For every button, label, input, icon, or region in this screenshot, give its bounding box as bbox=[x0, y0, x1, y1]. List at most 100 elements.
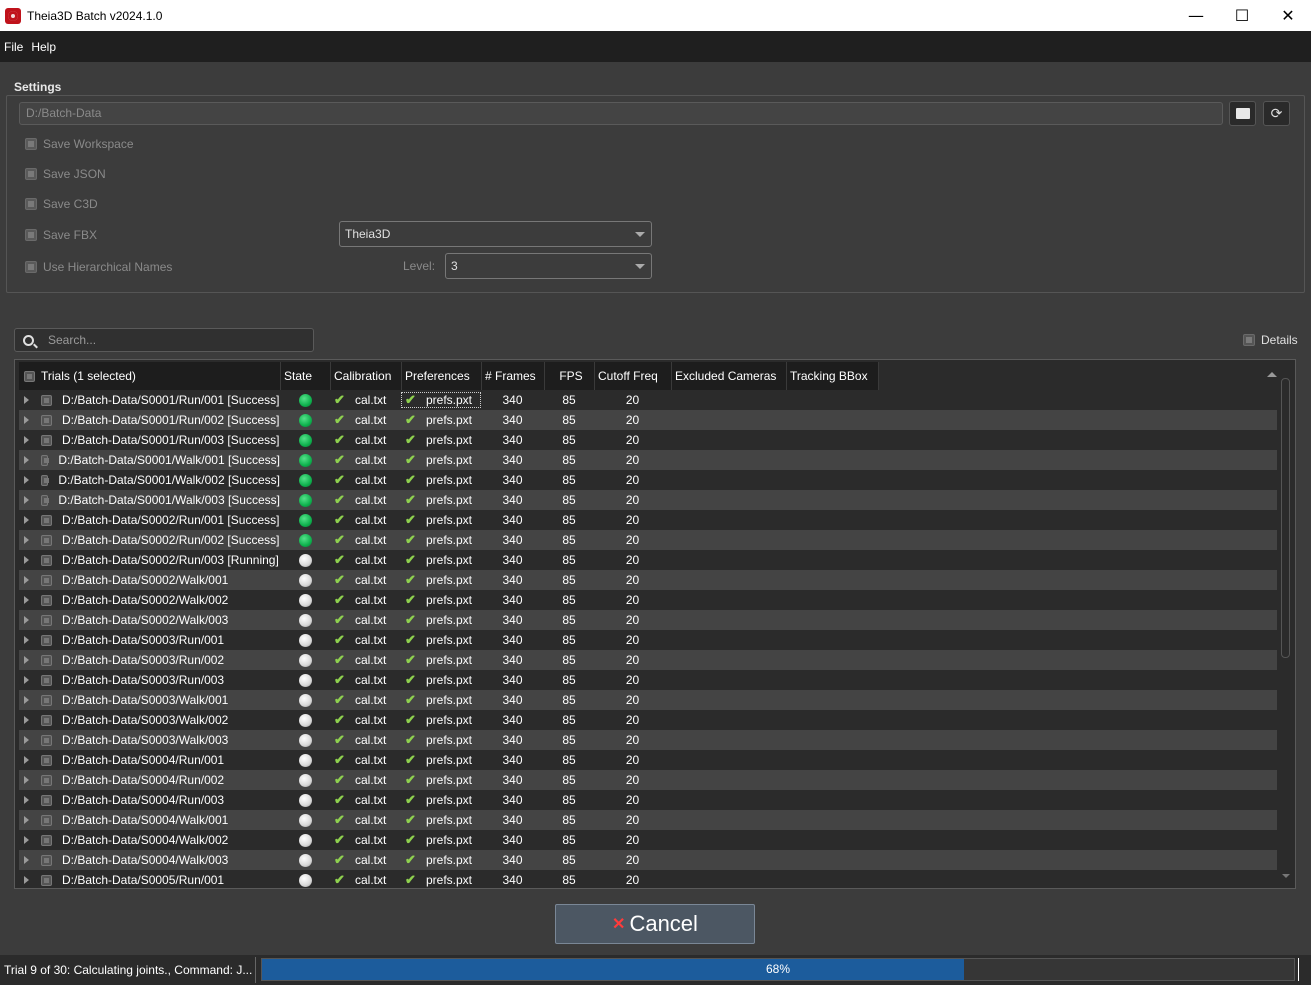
preferences-cell[interactable]: ✔ prefs.pxt bbox=[401, 432, 481, 448]
table-row[interactable]: D:/Batch-Data/S0002/Walk/002 ✔ cal.txt ✔ pre… bbox=[19, 590, 1277, 610]
table-row[interactable]: D:/Batch-Data/S0004/Run/002 ✔ cal.txt ✔ pref… bbox=[19, 770, 1277, 790]
calibration-cell[interactable]: ✔ cal.txt bbox=[330, 832, 401, 848]
row-checkbox[interactable] bbox=[41, 754, 52, 766]
calibration-cell[interactable]: ✔ cal.txt bbox=[330, 852, 401, 868]
row-checkbox[interactable] bbox=[41, 654, 52, 666]
row-checkbox[interactable] bbox=[41, 394, 52, 406]
expand-arrow-icon[interactable] bbox=[24, 576, 29, 584]
calibration-cell[interactable]: ✔ cal.txt bbox=[330, 792, 401, 808]
table-row[interactable]: D:/Batch-Data/S0002/Run/002 [Success] ✔ ca… bbox=[19, 530, 1277, 550]
row-checkbox[interactable] bbox=[41, 534, 52, 546]
row-checkbox[interactable] bbox=[41, 414, 52, 426]
row-checkbox[interactable] bbox=[41, 634, 52, 646]
expand-arrow-icon[interactable] bbox=[24, 756, 29, 764]
preferences-cell[interactable]: ✔ prefs.pxt bbox=[401, 412, 481, 428]
calibration-cell[interactable]: ✔ cal.txt bbox=[330, 452, 401, 468]
expand-arrow-icon[interactable] bbox=[24, 476, 29, 484]
calibration-cell[interactable]: ✔ cal.txt bbox=[330, 472, 401, 488]
row-checkbox[interactable] bbox=[41, 514, 52, 526]
save-c3d-option[interactable]: Save C3D bbox=[25, 197, 98, 211]
table-row[interactable]: D:/Batch-Data/S0002/Walk/001 ✔ cal.txt ✔ pre… bbox=[19, 570, 1277, 590]
calibration-cell[interactable]: ✔ cal.txt bbox=[330, 732, 401, 748]
table-row[interactable]: D:/Batch-Data/S0002/Walk/003 ✔ cal.txt ✔ pre… bbox=[19, 610, 1277, 630]
preferences-cell[interactable]: ✔ prefs.pxt bbox=[401, 712, 481, 728]
refresh-button[interactable]: ⟳ bbox=[1263, 101, 1290, 126]
level-dropdown[interactable]: 3 bbox=[445, 253, 652, 279]
expand-arrow-icon[interactable] bbox=[24, 516, 29, 524]
preferences-cell[interactable]: ✔ prefs.pxt bbox=[401, 772, 481, 788]
expand-arrow-icon[interactable] bbox=[24, 416, 29, 424]
menu-file[interactable]: File bbox=[0, 40, 27, 54]
expand-arrow-icon[interactable] bbox=[24, 856, 29, 864]
fbx-format-dropdown[interactable]: Theia3D bbox=[339, 221, 652, 247]
calibration-cell[interactable]: ✔ cal.txt bbox=[330, 612, 401, 628]
header-cutoff[interactable]: Cutoff Freq bbox=[595, 362, 672, 390]
save-json-option[interactable]: Save JSON bbox=[25, 167, 106, 181]
expand-arrow-icon[interactable] bbox=[24, 616, 29, 624]
row-checkbox[interactable] bbox=[41, 434, 52, 446]
expand-arrow-icon[interactable] bbox=[24, 736, 29, 744]
preferences-cell[interactable]: ✔ prefs.pxt bbox=[401, 392, 481, 408]
expand-arrow-icon[interactable] bbox=[24, 496, 29, 504]
row-checkbox[interactable] bbox=[41, 734, 52, 746]
expand-arrow-icon[interactable] bbox=[24, 536, 29, 544]
calibration-cell[interactable]: ✔ cal.txt bbox=[330, 712, 401, 728]
header-fps[interactable]: FPS bbox=[545, 362, 595, 390]
table-row[interactable]: D:/Batch-Data/S0003/Walk/003 ✔ cal.txt ✔ pre… bbox=[19, 730, 1277, 750]
expand-arrow-icon[interactable] bbox=[24, 776, 29, 784]
save-fbx-checkbox[interactable] bbox=[25, 229, 37, 241]
expand-arrow-icon[interactable] bbox=[24, 456, 29, 464]
row-checkbox[interactable] bbox=[41, 874, 52, 886]
preferences-cell[interactable]: ✔ prefs.pxt bbox=[401, 872, 481, 888]
details-checkbox[interactable] bbox=[1243, 334, 1255, 346]
save-workspace-checkbox[interactable] bbox=[25, 138, 37, 150]
header-tracking-bbox[interactable]: Tracking BBox bbox=[787, 362, 879, 390]
table-row[interactable]: D:/Batch-Data/S0003/Run/002 ✔ cal.txt ✔ pref… bbox=[19, 650, 1277, 670]
header-excluded-cameras[interactable]: Excluded Cameras bbox=[672, 362, 787, 390]
expand-arrow-icon[interactable] bbox=[24, 596, 29, 604]
calibration-cell[interactable]: ✔ cal.txt bbox=[330, 632, 401, 648]
preferences-cell[interactable]: ✔ prefs.pxt bbox=[401, 612, 481, 628]
table-row[interactable]: D:/Batch-Data/S0001/Run/003 [Success] ✔ ca… bbox=[19, 430, 1277, 450]
expand-arrow-icon[interactable] bbox=[24, 556, 29, 564]
table-row[interactable]: D:/Batch-Data/S0003/Run/003 ✔ cal.txt ✔ pref… bbox=[19, 670, 1277, 690]
scroll-down-icon[interactable] bbox=[1282, 874, 1290, 878]
expand-arrow-icon[interactable] bbox=[24, 436, 29, 444]
preferences-cell[interactable]: ✔ prefs.pxt bbox=[401, 732, 481, 748]
expand-arrow-icon[interactable] bbox=[24, 676, 29, 684]
preferences-cell[interactable]: ✔ prefs.pxt bbox=[401, 672, 481, 688]
calibration-cell[interactable]: ✔ cal.txt bbox=[330, 812, 401, 828]
table-row[interactable]: D:/Batch-Data/S0005/Run/001 ✔ cal.txt ✔ pref… bbox=[19, 870, 1277, 888]
calibration-cell[interactable]: ✔ cal.txt bbox=[330, 432, 401, 448]
row-checkbox[interactable] bbox=[41, 454, 50, 466]
save-c3d-checkbox[interactable] bbox=[25, 198, 37, 210]
row-checkbox[interactable] bbox=[41, 794, 52, 806]
calibration-cell[interactable]: ✔ cal.txt bbox=[330, 572, 401, 588]
details-toggle[interactable]: Details bbox=[1243, 333, 1298, 347]
table-row[interactable]: D:/Batch-Data/S0001/Walk/002 [Success] ✔ c… bbox=[19, 470, 1277, 490]
calibration-cell[interactable]: ✔ cal.txt bbox=[330, 672, 401, 688]
save-workspace-option[interactable]: Save Workspace bbox=[25, 137, 134, 151]
table-row[interactable]: D:/Batch-Data/S0001/Run/002 [Success] ✔ ca… bbox=[19, 410, 1277, 430]
expand-arrow-icon[interactable] bbox=[24, 636, 29, 644]
table-row[interactable]: D:/Batch-Data/S0004/Walk/001 ✔ cal.txt ✔ pre… bbox=[19, 810, 1277, 830]
expand-arrow-icon[interactable] bbox=[24, 876, 29, 884]
save-fbx-option[interactable]: Save FBX bbox=[25, 228, 97, 242]
hierarchical-names-option[interactable]: Use Hierarchical Names bbox=[25, 260, 172, 274]
header-state[interactable]: State bbox=[281, 362, 331, 390]
close-button[interactable]: ✕ bbox=[1265, 0, 1311, 31]
table-row[interactable]: D:/Batch-Data/S0004/Run/001 ✔ cal.txt ✔ pref… bbox=[19, 750, 1277, 770]
save-json-checkbox[interactable] bbox=[25, 168, 37, 180]
expand-arrow-icon[interactable] bbox=[24, 656, 29, 664]
table-scrollbar[interactable] bbox=[1281, 378, 1290, 658]
expand-arrow-icon[interactable] bbox=[24, 716, 29, 724]
table-row[interactable]: D:/Batch-Data/S0001/Walk/003 [Success] ✔ c… bbox=[19, 490, 1277, 510]
batch-path-field[interactable]: D:/Batch-Data bbox=[19, 102, 1223, 125]
row-checkbox[interactable] bbox=[41, 594, 52, 606]
preferences-cell[interactable]: ✔ prefs.pxt bbox=[401, 852, 481, 868]
preferences-cell[interactable]: ✔ prefs.pxt bbox=[401, 592, 481, 608]
preferences-cell[interactable]: ✔ prefs.pxt bbox=[401, 492, 481, 508]
calibration-cell[interactable]: ✔ cal.txt bbox=[330, 552, 401, 568]
row-checkbox[interactable] bbox=[41, 614, 52, 626]
calibration-cell[interactable]: ✔ cal.txt bbox=[330, 652, 401, 668]
